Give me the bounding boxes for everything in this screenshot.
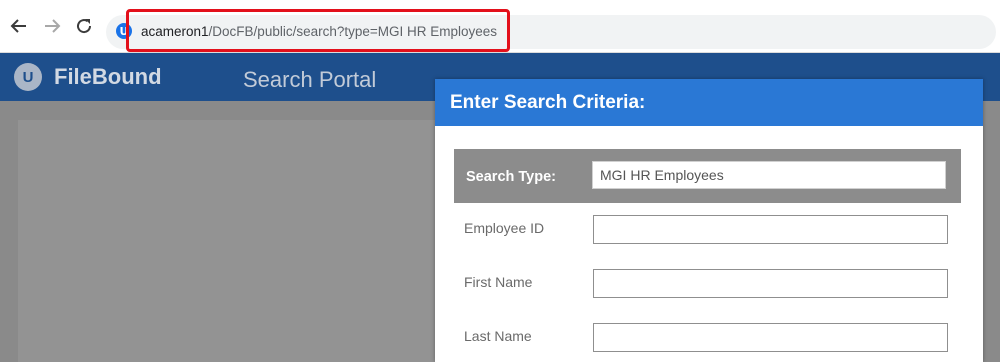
- dialog-header: Enter Search Criteria:: [435, 79, 983, 126]
- arrow-right-icon: [45, 19, 61, 33]
- search-criteria-dialog: Enter Search Criteria: Search Type: MGI …: [435, 79, 983, 362]
- browser-toolbar: U acameron1/DocFB/public/search?type=MGI…: [0, 0, 1000, 53]
- last-name-label: Last Name: [464, 328, 532, 344]
- first-name-input[interactable]: [593, 269, 948, 298]
- employee-id-input[interactable]: [593, 215, 948, 244]
- url-highlight-annotation: [126, 9, 510, 52]
- background-panel: [18, 120, 438, 362]
- reload-button[interactable]: [72, 14, 96, 38]
- employee-id-label: Employee ID: [464, 220, 545, 236]
- search-type-row: Search Type: MGI HR Employees: [454, 149, 961, 203]
- filebound-logo-icon: U: [14, 63, 42, 91]
- forward-button[interactable]: [40, 14, 64, 38]
- last-name-input[interactable]: [593, 323, 948, 352]
- search-type-label: Search Type:: [466, 169, 556, 185]
- search-type-field[interactable]: MGI HR Employees: [592, 161, 946, 189]
- brand-name: FileBound: [54, 64, 162, 89]
- portal-title: Search Portal: [243, 67, 377, 92]
- dialog-title: Enter Search Criteria:: [450, 92, 646, 113]
- back-button[interactable]: [7, 14, 31, 38]
- arrow-left-icon: [10, 19, 26, 33]
- reload-icon: [77, 19, 92, 34]
- first-name-label: First Name: [464, 274, 533, 290]
